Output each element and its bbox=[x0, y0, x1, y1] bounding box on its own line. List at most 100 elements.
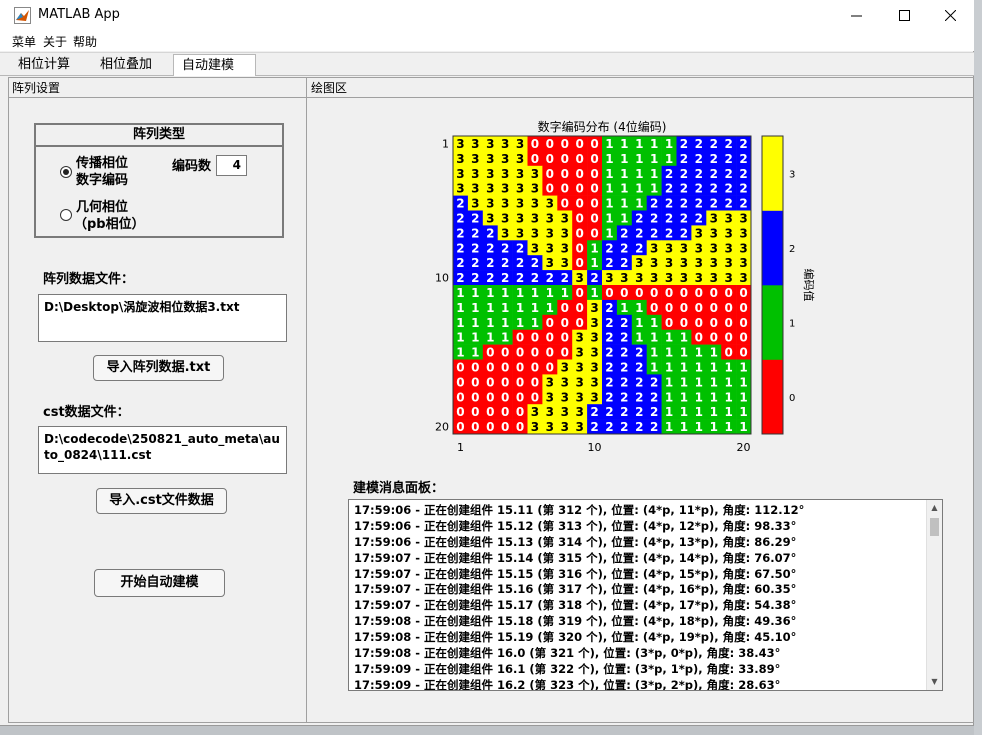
heatmap-cell-label: 0 bbox=[471, 375, 479, 389]
heatmap-cell-label: 2 bbox=[620, 420, 628, 434]
heatmap-cell-label: 0 bbox=[605, 286, 613, 300]
heatmap-cell-label: 0 bbox=[575, 316, 583, 330]
colorbar-segment bbox=[762, 359, 783, 435]
heatmap-cell-label: 0 bbox=[516, 405, 524, 419]
panel-bottom-border bbox=[8, 722, 974, 723]
heatmap-cell-label: 0 bbox=[486, 390, 494, 404]
heatmap-cell-label: 0 bbox=[590, 137, 598, 151]
import-cst-button[interactable]: 导入.cst文件数据 bbox=[96, 488, 227, 514]
heatmap-cell-label: 0 bbox=[575, 256, 583, 270]
heatmap-cell-label: 2 bbox=[724, 167, 732, 181]
heatmap-cell-label: 3 bbox=[575, 346, 583, 360]
heatmap-cell-label: 2 bbox=[486, 226, 494, 240]
colorbar-tick-label: 2 bbox=[789, 244, 795, 255]
heatmap-cell-label: 3 bbox=[561, 241, 569, 255]
heatmap-cell-label: 3 bbox=[486, 211, 494, 225]
heatmap-cell-label: 3 bbox=[710, 226, 718, 240]
heatmap-cell-label: 0 bbox=[650, 301, 658, 315]
heatmap-cell-label: 0 bbox=[456, 405, 464, 419]
heatmap-cell-label: 2 bbox=[471, 241, 479, 255]
heatmap-cell-label: 1 bbox=[456, 346, 464, 360]
heatmap-cell-label: 0 bbox=[739, 331, 747, 345]
heatmap-cell-label: 0 bbox=[575, 241, 583, 255]
heatmap-cell-label: 1 bbox=[695, 346, 703, 360]
heatmap-cell-label: 0 bbox=[561, 182, 569, 196]
heatmap-cell-label: 0 bbox=[739, 346, 747, 360]
heatmap-cell-label: 1 bbox=[724, 420, 732, 434]
y-tick-label: 10 bbox=[435, 272, 449, 285]
y-tick-label: 20 bbox=[435, 421, 449, 434]
x-tick-label: 20 bbox=[737, 441, 751, 454]
message-scrollbar[interactable]: ▲ ▼ bbox=[926, 500, 942, 690]
heatmap-cell-label: 3 bbox=[456, 152, 464, 166]
heatmap-cell-label: 1 bbox=[546, 301, 554, 315]
heatmap-cell-label: 0 bbox=[546, 167, 554, 181]
heatmap-cell-label: 1 bbox=[620, 197, 628, 211]
heatmap-cell-label: 2 bbox=[665, 197, 673, 211]
heatmap-cell-label: 1 bbox=[680, 390, 688, 404]
heatmap-cell-label: 3 bbox=[635, 256, 643, 270]
heatmap-cell-label: 3 bbox=[739, 241, 747, 255]
heatmap-cell-label: 2 bbox=[561, 271, 569, 285]
scroll-thumb[interactable] bbox=[930, 518, 939, 536]
heatmap-cell-label: 0 bbox=[724, 316, 732, 330]
heatmap-cell-label: 1 bbox=[605, 137, 613, 151]
heatmap-cell-label: 3 bbox=[486, 167, 494, 181]
scroll-up-icon[interactable]: ▲ bbox=[927, 502, 942, 514]
heatmap-cell-label: 1 bbox=[680, 360, 688, 374]
heatmap-cell-label: 2 bbox=[650, 390, 658, 404]
heatmap-cell-label: 3 bbox=[590, 301, 598, 315]
heatmap-cell-label: 3 bbox=[680, 271, 688, 285]
start-auto-model-button[interactable]: 开始自动建模 bbox=[94, 569, 225, 597]
heatmap-cell-label: 1 bbox=[605, 226, 613, 240]
heatmap-cell-label: 3 bbox=[665, 256, 673, 270]
heatmap-cell-label: 0 bbox=[665, 301, 673, 315]
message-panel[interactable]: 17:59:06 - 正在创建组件 15.11 (第 312 个), 位置: (… bbox=[348, 499, 943, 691]
heatmap-cell-label: 0 bbox=[531, 346, 539, 360]
heatmap-cell-label: 1 bbox=[501, 301, 509, 315]
message-list: 17:59:06 - 正在创建组件 15.11 (第 312 个), 位置: (… bbox=[354, 503, 926, 691]
heatmap-cell-label: 2 bbox=[695, 182, 703, 196]
heatmap-cell-label: 3 bbox=[575, 405, 583, 419]
heatmap-cell-label: 3 bbox=[561, 211, 569, 225]
heatmap-cell-label: 2 bbox=[471, 271, 479, 285]
heatmap-cell-label: 3 bbox=[456, 182, 464, 196]
heatmap-cell-label: 0 bbox=[710, 316, 718, 330]
heatmap-cell-label: 0 bbox=[501, 420, 509, 434]
heatmap-cell-label: 1 bbox=[561, 286, 569, 300]
heatmap-cell-label: 0 bbox=[486, 375, 494, 389]
heatmap-cell-label: 2 bbox=[486, 241, 494, 255]
heatmap-cell-label: 2 bbox=[710, 137, 718, 151]
heatmap-cell-label: 3 bbox=[486, 152, 494, 166]
heatmap-cell-label: 3 bbox=[635, 271, 643, 285]
heatmap-cell-label: 0 bbox=[590, 182, 598, 196]
heatmap-cell-label: 0 bbox=[471, 360, 479, 374]
heatmap-cell-label: 1 bbox=[739, 375, 747, 389]
heatmap-cell-label: 2 bbox=[471, 226, 479, 240]
heatmap-cell-label: 2 bbox=[635, 375, 643, 389]
heatmap-cell-label: 1 bbox=[486, 286, 494, 300]
heatmap-cell-label: 2 bbox=[501, 271, 509, 285]
heatmap-cell-label: 1 bbox=[739, 420, 747, 434]
heatmap-cell-label: 2 bbox=[456, 197, 464, 211]
heatmap-cell-label: 2 bbox=[680, 137, 688, 151]
heatmap-cell-label: 2 bbox=[650, 211, 658, 225]
heatmap-cell-label: 2 bbox=[650, 405, 658, 419]
heatmap-cell-label: 0 bbox=[546, 316, 554, 330]
heatmap-cell-label: 2 bbox=[680, 152, 688, 166]
scroll-down-icon[interactable]: ▼ bbox=[927, 676, 942, 688]
message-line: 17:59:09 - 正在创建组件 16.2 (第 323 个), 位置: (3… bbox=[354, 677, 781, 691]
heatmap-cell-label: 0 bbox=[665, 286, 673, 300]
heatmap-cell-label: 1 bbox=[695, 375, 703, 389]
heatmap-cell-label: 3 bbox=[650, 271, 658, 285]
heatmap-cell-label: 3 bbox=[546, 197, 554, 211]
heatmap-cell-label: 0 bbox=[531, 375, 539, 389]
heatmap-cell-label: 3 bbox=[471, 182, 479, 196]
heatmap-cell-label: 0 bbox=[471, 390, 479, 404]
heatmap-cell-label: 0 bbox=[516, 375, 524, 389]
heatmap-cell-label: 1 bbox=[665, 152, 673, 166]
heatmap-cell-label: 2 bbox=[724, 197, 732, 211]
heatmap-cell-label: 2 bbox=[456, 241, 464, 255]
message-line: 17:59:07 - 正在创建组件 15.15 (第 316 个), 位置: (… bbox=[354, 566, 797, 581]
heatmap-cell-label: 1 bbox=[605, 211, 613, 225]
